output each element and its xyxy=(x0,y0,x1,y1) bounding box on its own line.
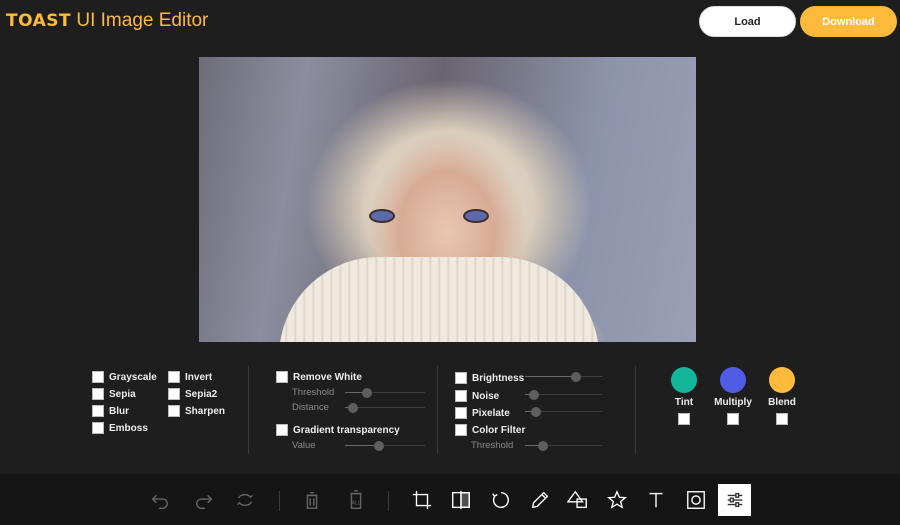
filter-noise[interactable]: Noise xyxy=(455,390,499,402)
brightness-label: Brightness xyxy=(472,372,525,384)
logo-title: UI Image Editor xyxy=(71,10,209,31)
panel-divider xyxy=(437,366,438,454)
reset-icon[interactable] xyxy=(229,485,261,515)
toolbar-separator xyxy=(279,491,280,511)
filter-color-filter[interactable]: Color Filter xyxy=(455,424,525,436)
tint-checkbox[interactable] xyxy=(678,413,690,425)
blend-label: Blend xyxy=(768,397,796,408)
multiply-checkbox[interactable] xyxy=(727,413,739,425)
download-button[interactable]: Download xyxy=(800,6,897,37)
toolbar-separator xyxy=(388,491,389,511)
remove-white-checkbox[interactable] xyxy=(276,371,288,383)
photo-sweater xyxy=(279,257,599,342)
sepia-label: Sepia xyxy=(109,388,136,400)
filter-remove-white[interactable]: Remove White xyxy=(276,371,362,383)
header: TOAST UI Image Editor Load Download xyxy=(0,0,900,48)
draw-icon[interactable] xyxy=(524,485,556,515)
distance-label: Distance xyxy=(292,402,329,413)
filter-icon[interactable] xyxy=(718,484,751,516)
filter-pixelate[interactable]: Pixelate xyxy=(455,407,510,419)
filter-sepia2[interactable]: Sepia2 xyxy=(168,388,217,400)
delete-icon[interactable] xyxy=(296,485,328,515)
pixelate-label: Pixelate xyxy=(472,407,510,419)
brightness-checkbox[interactable] xyxy=(455,372,467,384)
filter-sharpen[interactable]: Sharpen xyxy=(168,405,225,417)
bottom-toolbar: ALL xyxy=(0,474,900,525)
logo-brand: TOAST xyxy=(6,11,72,31)
crop-icon[interactable] xyxy=(406,485,438,515)
filter-invert[interactable]: Invert xyxy=(168,371,212,383)
editor-canvas-image[interactable] xyxy=(199,57,696,342)
grayscale-checkbox[interactable] xyxy=(92,371,104,383)
icon-icon[interactable] xyxy=(601,485,633,515)
mask-icon[interactable] xyxy=(680,485,712,515)
emboss-checkbox[interactable] xyxy=(92,422,104,434)
blend-color-swatch[interactable] xyxy=(769,367,795,393)
multiply-color-swatch[interactable] xyxy=(720,367,746,393)
color-filter-checkbox[interactable] xyxy=(455,424,467,436)
photo-eye-right xyxy=(465,211,487,221)
grayscale-label: Grayscale xyxy=(109,371,157,383)
blur-checkbox[interactable] xyxy=(92,405,104,417)
value-label: Value xyxy=(292,440,316,451)
flip-icon[interactable] xyxy=(445,485,477,515)
text-icon[interactable] xyxy=(640,485,672,515)
blend-checkbox[interactable] xyxy=(776,413,788,425)
rotate-icon[interactable] xyxy=(485,485,517,515)
invert-label: Invert xyxy=(185,371,213,383)
emboss-label: Emboss xyxy=(109,422,148,434)
panel-divider xyxy=(248,366,249,454)
color-filter-threshold-slider[interactable] xyxy=(525,441,603,451)
sepia2-checkbox[interactable] xyxy=(168,388,180,400)
delete-all-text: ALL xyxy=(352,501,361,507)
load-button[interactable]: Load xyxy=(699,6,796,37)
noise-slider[interactable] xyxy=(525,390,603,400)
gradient-transparency-value-slider[interactable] xyxy=(345,441,425,451)
blur-label: Blur xyxy=(109,405,129,417)
remove-white-distance-slider[interactable] xyxy=(345,403,425,413)
sharpen-label: Sharpen xyxy=(185,405,226,417)
noise-label: Noise xyxy=(472,390,500,402)
color-filter-label: Color Filter xyxy=(472,424,526,436)
pixelate-checkbox[interactable] xyxy=(455,407,467,419)
color-filter-threshold-label: Threshold xyxy=(471,440,514,451)
gradient-transparency-label: Gradient transparency xyxy=(293,424,400,436)
filter-grayscale[interactable]: Grayscale xyxy=(92,371,157,383)
remove-white-threshold-slider[interactable] xyxy=(345,388,425,398)
filter-sepia[interactable]: Sepia xyxy=(92,388,136,400)
filter-gradient-transparency[interactable]: Gradient transparency xyxy=(276,424,400,436)
photo-eye-left xyxy=(371,211,393,221)
brightness-slider[interactable] xyxy=(525,372,603,382)
redo-icon[interactable] xyxy=(188,485,220,515)
delete-all-icon[interactable]: ALL xyxy=(340,485,372,515)
panel-divider xyxy=(635,366,636,454)
remove-white-label: Remove White xyxy=(293,371,362,383)
sepia-checkbox[interactable] xyxy=(92,388,104,400)
filter-brightness[interactable]: Brightness xyxy=(455,372,524,384)
filter-emboss[interactable]: Emboss xyxy=(92,422,148,434)
noise-checkbox[interactable] xyxy=(455,390,467,402)
sepia2-label: Sepia2 xyxy=(185,388,218,400)
shape-icon[interactable] xyxy=(562,485,594,515)
tint-color-swatch[interactable] xyxy=(671,367,697,393)
filter-blur[interactable]: Blur xyxy=(92,405,129,417)
undo-icon[interactable] xyxy=(144,485,176,515)
pixelate-slider[interactable] xyxy=(525,407,603,417)
app-logo: TOAST UI Image Editor xyxy=(6,9,208,33)
gradient-transparency-checkbox[interactable] xyxy=(276,424,288,436)
invert-checkbox[interactable] xyxy=(168,371,180,383)
threshold-label: Threshold xyxy=(292,387,335,398)
sharpen-checkbox[interactable] xyxy=(168,405,180,417)
